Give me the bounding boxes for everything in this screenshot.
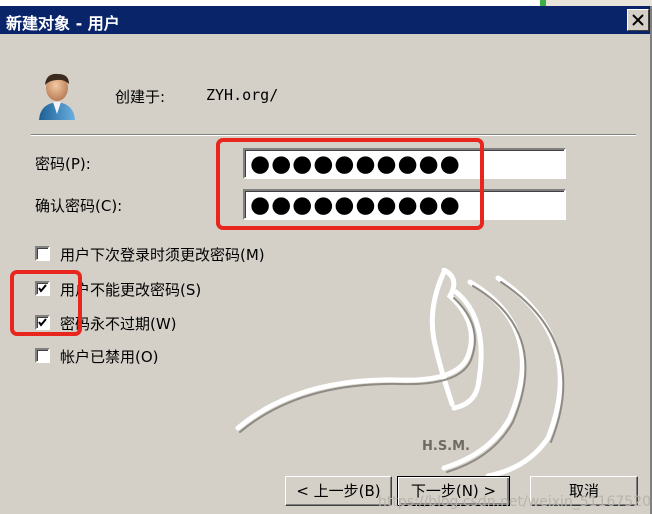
back-button[interactable]: < 上一步(B)	[285, 476, 392, 506]
close-button[interactable]	[627, 9, 649, 31]
title-bar[interactable]: 新建对象 - 用户	[0, 6, 650, 34]
created-in-label: 创建于:	[115, 88, 166, 106]
option-label-must-change-password: 用户下次登录时须更改密码(M)	[60, 246, 265, 264]
logo-lettering: H.S.M.	[422, 439, 470, 454]
window-title: 新建对象 - 用户	[6, 14, 120, 33]
url-watermark: https://blog.csdn.net/weixin_51167520	[378, 494, 652, 510]
new-user-dialog: 新建对象 - 用户 创建于: ZYH.org/ 密码(P): ●●●●●●●●●…	[0, 6, 652, 514]
annotation-box-checkboxes	[10, 270, 82, 336]
annotation-box-passwords	[216, 138, 484, 230]
header-separator	[31, 134, 636, 136]
checkbox-account-disabled[interactable]	[35, 348, 50, 363]
password-label: 密码(P):	[35, 155, 91, 173]
option-label-account-disabled: 帐户已禁用(O)	[60, 348, 159, 366]
close-icon	[632, 14, 644, 26]
checkbox-must-change-password[interactable]	[35, 246, 50, 261]
created-in-value: ZYH.org/	[206, 86, 279, 104]
user-icon	[39, 73, 75, 120]
confirm-password-label: 确认密码(C):	[35, 197, 123, 215]
